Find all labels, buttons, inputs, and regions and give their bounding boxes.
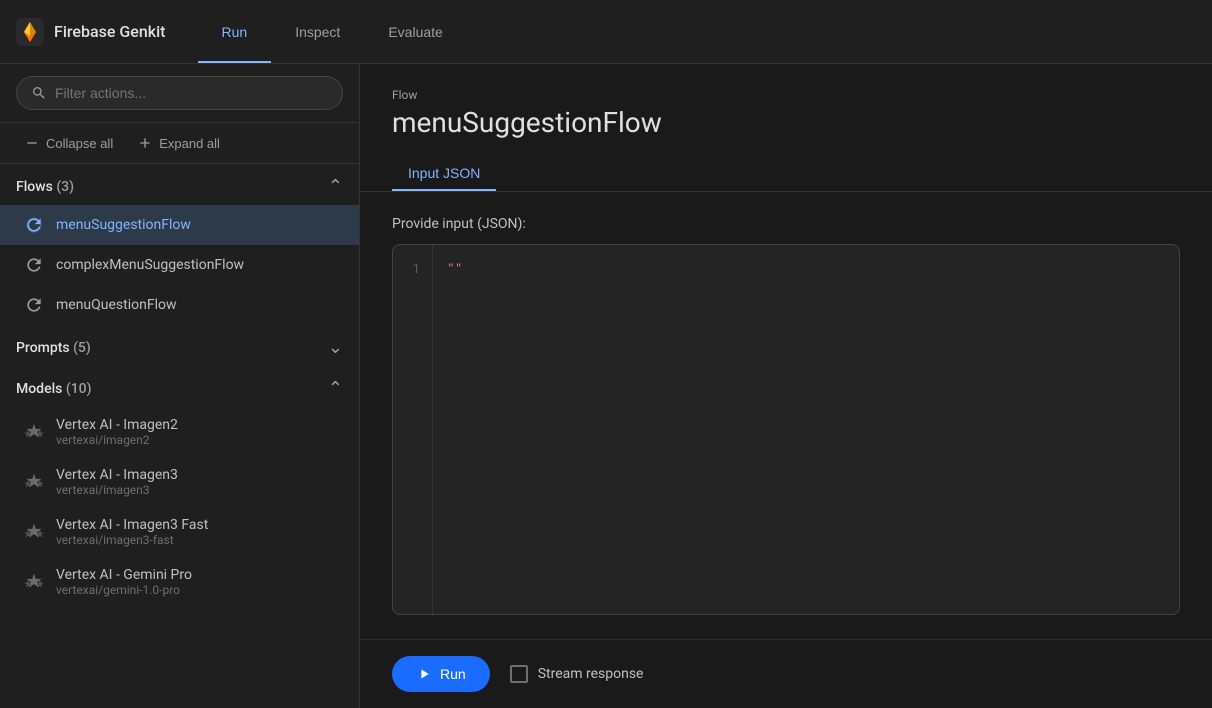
code-string-value: "" xyxy=(447,259,463,277)
panel-body: Provide input (JSON): 1 "" xyxy=(360,192,1212,639)
model-text-1: Vertex AI - Imagen2 vertexai/imagen2 xyxy=(56,417,178,447)
expand-all-button[interactable]: Expand all xyxy=(129,131,228,155)
flow-item-label-2: complexMenuSuggestionFlow xyxy=(56,257,244,273)
sidebar-item-complexmenusuggestionflow[interactable]: complexMenuSuggestionFlow xyxy=(0,245,359,285)
run-button[interactable]: Run xyxy=(392,656,490,692)
sidebar-item-imagen2[interactable]: Vertex AI - Imagen2 vertexai/imagen2 xyxy=(0,407,359,457)
main-panel: Flow menuSuggestionFlow Input JSON Provi… xyxy=(360,64,1212,708)
sidebar-item-menuquestionflow[interactable]: menuQuestionFlow xyxy=(0,285,359,325)
code-content[interactable]: "" xyxy=(433,245,1179,614)
flow-item-label-1: menuSuggestionFlow xyxy=(56,217,191,233)
collapse-all-button[interactable]: Collapse all xyxy=(16,131,121,155)
model-star-icon-2 xyxy=(24,472,44,492)
page-title: menuSuggestionFlow xyxy=(392,106,1180,139)
model-star-icon-4 xyxy=(24,572,44,592)
tab-run[interactable]: Run xyxy=(198,0,272,63)
section-flows-header[interactable]: Flows (3) ⌃ xyxy=(0,164,359,205)
search-icon xyxy=(31,85,47,101)
tab-inspect[interactable]: Inspect xyxy=(271,0,364,63)
model-star-icon-3 xyxy=(24,522,44,542)
line-numbers: 1 xyxy=(393,245,433,614)
sidebar-item-imagen3-fast[interactable]: Vertex AI - Imagen3 Fast vertexai/imagen… xyxy=(0,507,359,557)
collapse-icon xyxy=(24,135,40,151)
section-models-header[interactable]: Models (10) ⌃ xyxy=(0,366,359,407)
nav-tabs: Run Inspect Evaluate xyxy=(198,0,467,63)
model-label-2: Vertex AI - Imagen3 xyxy=(56,467,178,483)
top-nav: Firebase Genkit Run Inspect Evaluate xyxy=(0,0,1212,64)
sidebar-item-imagen3[interactable]: Vertex AI - Imagen3 vertexai/imagen3 xyxy=(0,457,359,507)
flows-section-title: Flows (3) xyxy=(16,179,74,195)
models-section-title: Models (10) xyxy=(16,381,92,397)
prompts-chevron-icon: ⌄ xyxy=(328,337,343,358)
input-json-label: Provide input (JSON): xyxy=(392,216,1180,232)
flow-icon-3 xyxy=(24,295,44,315)
stream-response-checkbox[interactable] xyxy=(510,665,528,683)
model-text-2: Vertex AI - Imagen3 vertexai/imagen3 xyxy=(56,467,178,497)
collapse-expand-row: Collapse all Expand all xyxy=(0,123,359,164)
model-sublabel-2: vertexai/imagen3 xyxy=(56,483,178,497)
code-editor[interactable]: 1 "" xyxy=(392,244,1180,615)
model-text-3: Vertex AI - Imagen3 Fast vertexai/imagen… xyxy=(56,517,208,547)
section-prompts-header[interactable]: Prompts (5) ⌄ xyxy=(0,325,359,366)
models-chevron-icon: ⌃ xyxy=(328,378,343,399)
model-label-3: Vertex AI - Imagen3 Fast xyxy=(56,517,208,533)
model-sublabel-1: vertexai/imagen2 xyxy=(56,433,178,447)
logo-area: Firebase Genkit xyxy=(16,18,166,46)
panel-footer: Run Stream response xyxy=(360,639,1212,708)
breadcrumb: Flow xyxy=(392,88,1180,102)
sidebar-item-menusuggestionflow[interactable]: menuSuggestionFlow xyxy=(0,205,359,245)
prompts-section-title: Prompts (5) xyxy=(16,340,91,356)
search-input[interactable] xyxy=(55,85,328,101)
sidebar-item-gemini-pro[interactable]: Vertex AI - Gemini Pro vertexai/gemini-1… xyxy=(0,557,359,607)
model-sublabel-3: vertexai/imagen3-fast xyxy=(56,533,208,547)
model-text-4: Vertex AI - Gemini Pro vertexai/gemini-1… xyxy=(56,567,192,597)
model-sublabel-4: vertexai/gemini-1.0-pro xyxy=(56,583,192,597)
main-content: Collapse all Expand all Flows (3) ⌃ xyxy=(0,64,1212,708)
model-star-icon-1 xyxy=(24,422,44,442)
search-box xyxy=(16,76,343,110)
run-play-icon xyxy=(416,666,432,682)
models-count: (10) xyxy=(66,381,92,397)
stream-response-area[interactable]: Stream response xyxy=(510,665,644,683)
model-label-1: Vertex AI - Imagen2 xyxy=(56,417,178,433)
panel-tabs: Input JSON xyxy=(392,155,1180,191)
firebase-logo-icon xyxy=(16,18,44,46)
flow-icon-2 xyxy=(24,255,44,275)
logo-text: Firebase Genkit xyxy=(54,22,166,41)
sidebar-list: Flows (3) ⌃ menuSuggestionFlow xyxy=(0,164,359,708)
search-container xyxy=(0,64,359,123)
panel-header: Flow menuSuggestionFlow Input JSON xyxy=(360,64,1212,192)
sidebar: Collapse all Expand all Flows (3) ⌃ xyxy=(0,64,360,708)
model-label-4: Vertex AI - Gemini Pro xyxy=(56,567,192,583)
prompts-count: (5) xyxy=(73,340,91,356)
stream-response-label: Stream response xyxy=(538,666,644,682)
flows-count: (3) xyxy=(56,179,74,195)
tab-input-json[interactable]: Input JSON xyxy=(392,155,496,191)
flow-icon-1 xyxy=(24,215,44,235)
flows-chevron-icon: ⌃ xyxy=(328,176,343,197)
tab-evaluate[interactable]: Evaluate xyxy=(364,0,466,63)
flow-item-label-3: menuQuestionFlow xyxy=(56,297,177,313)
expand-icon xyxy=(137,135,153,151)
